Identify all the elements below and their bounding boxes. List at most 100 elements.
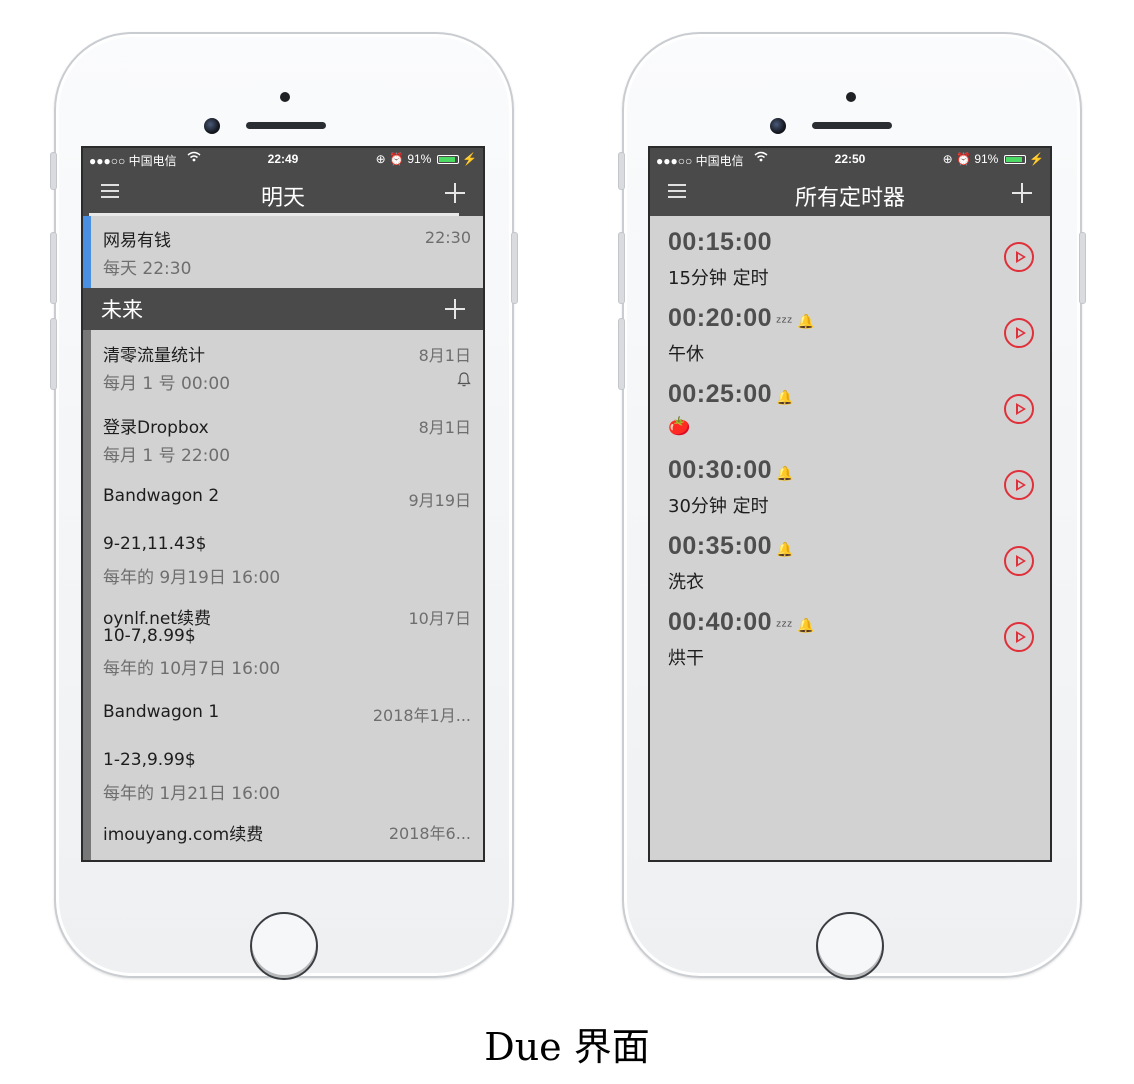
timer-label: 15分钟 定时 bbox=[668, 268, 769, 289]
bell-icon bbox=[457, 372, 471, 388]
list-item[interactable]: imouyang.com续费 2018年6... bbox=[83, 810, 483, 860]
alarm-lock-icons: ⊕ ⏰ bbox=[942, 152, 975, 166]
power-button bbox=[1079, 232, 1086, 304]
charging-icon: ⚡ bbox=[462, 152, 477, 166]
timer-label: 30分钟 定时 bbox=[668, 496, 769, 517]
nav-bar: 所有定时器 bbox=[650, 170, 1050, 216]
proximity-sensor bbox=[846, 92, 856, 102]
timer-label: 🍅 bbox=[668, 416, 691, 437]
item-date: 2018年1月... bbox=[372, 706, 471, 725]
add-future-icon[interactable] bbox=[445, 299, 465, 319]
item-subtitle: 每月 1 号 00:00 bbox=[103, 374, 231, 394]
list-item[interactable]: 9-21,11.43$ 每年的 9月19日 16:00 bbox=[83, 520, 483, 594]
section-label: 未来 bbox=[101, 298, 143, 322]
timer-time-text: 00:30:00 bbox=[668, 456, 773, 484]
item-title: 9-21,11.43$ bbox=[103, 534, 207, 554]
timer-row[interactable]: 00:25:00 🔔 🍅 bbox=[650, 372, 1050, 448]
snooze-bell-icon: ᶻᶻᶻ 🔔 bbox=[776, 617, 815, 633]
timer-duration: 00:30:00 🔔 bbox=[668, 456, 794, 485]
timer-duration: 00:40:00 ᶻᶻᶻ 🔔 bbox=[668, 608, 815, 637]
mute-switch bbox=[50, 152, 57, 190]
status-right: ⊕ ⏰ 91% ⚡ bbox=[376, 152, 477, 166]
bell-icon: 🔔 bbox=[776, 389, 795, 405]
item-date: 2018年6... bbox=[388, 824, 471, 843]
item-subtitle: 每年的 1月21日 16:00 bbox=[103, 784, 281, 804]
status-bar: ●●●○○ 中国电信 22:50 ⊕ ⏰ 91% ⚡ bbox=[650, 148, 1050, 170]
list-item[interactable]: 清零流量统计 每月 1 号 00:00 8月1日 bbox=[83, 330, 483, 403]
timer-row[interactable]: 00:40:00 ᶻᶻᶻ 🔔 烘干 bbox=[650, 600, 1050, 676]
right-screen: ●●●○○ 中国电信 22:50 ⊕ ⏰ 91% ⚡ 所有定时器 00:15:0… bbox=[648, 146, 1052, 862]
bell-icon: 🔔 bbox=[776, 541, 795, 557]
timer-row[interactable]: 00:35:00 🔔 洗衣 bbox=[650, 524, 1050, 600]
item-date: 9月19日 bbox=[408, 491, 471, 510]
list-item-today[interactable]: 网易有钱 每天 22:30 22:30 bbox=[83, 216, 483, 288]
list-item[interactable]: 1-23,9.99$ 每年的 1月21日 16:00 bbox=[83, 736, 483, 810]
add-icon[interactable] bbox=[445, 183, 465, 203]
home-button[interactable] bbox=[816, 912, 884, 980]
timer-time-text: 00:35:00 bbox=[668, 532, 773, 560]
caption: Due 界面 bbox=[484, 1025, 650, 1069]
add-timer-icon[interactable] bbox=[1012, 183, 1032, 203]
list-item[interactable]: oynlf.net续费 10-7,8.99$ 每年的 10月7日 16:00 1… bbox=[83, 594, 483, 692]
charging-icon: ⚡ bbox=[1029, 152, 1044, 166]
page-title: 所有定时器 bbox=[794, 186, 905, 211]
item-title: imouyang.com续费 bbox=[103, 825, 264, 845]
color-bar bbox=[83, 810, 91, 860]
play-icon[interactable] bbox=[1004, 546, 1034, 576]
item-title-line2: 10-7,8.99$ bbox=[103, 626, 196, 646]
timer-duration: 00:15:00 bbox=[668, 228, 776, 257]
item-title: 登录Dropbox bbox=[103, 418, 209, 438]
item-date: 22:30 bbox=[424, 228, 471, 247]
mute-switch bbox=[618, 152, 625, 190]
nav-bar: 明天 bbox=[83, 170, 483, 216]
play-icon[interactable] bbox=[1004, 622, 1034, 652]
item-subtitle: 每年的 9月19日 16:00 bbox=[103, 568, 281, 588]
earpiece-speaker bbox=[246, 122, 326, 129]
status-bar: ●●●○○ 中国电信 22:49 ⊕ ⏰ 91% ⚡ bbox=[83, 148, 483, 170]
item-date: 8月1日 bbox=[418, 418, 471, 437]
timer-time-text: 00:20:00 bbox=[668, 304, 773, 332]
battery-percent: 91% bbox=[407, 152, 432, 166]
page-title: 明天 bbox=[260, 186, 305, 211]
list-item[interactable]: 登录Dropbox 每月 1 号 22:00 8月1日 bbox=[83, 403, 483, 476]
list-item[interactable]: Bandwagon 1 2018年1月... bbox=[83, 692, 483, 736]
timer-list: 00:15:00 15分钟 定时 00:20:00 ᶻᶻᶻ 🔔 午休 00:25:… bbox=[650, 216, 1050, 676]
play-icon[interactable] bbox=[1004, 470, 1034, 500]
item-title: Bandwagon 1 bbox=[103, 702, 220, 722]
play-icon[interactable] bbox=[1004, 394, 1034, 424]
color-bar bbox=[83, 736, 91, 810]
play-icon[interactable] bbox=[1004, 242, 1034, 272]
item-subtitle: 每年的 10月7日 16:00 bbox=[103, 659, 281, 679]
item-title: 清零流量统计 bbox=[103, 346, 205, 366]
bell-icon: 🔔 bbox=[776, 465, 795, 481]
timer-time-text: 00:40:00 bbox=[668, 608, 773, 636]
home-button[interactable] bbox=[250, 912, 318, 980]
timer-label: 洗衣 bbox=[668, 572, 704, 593]
battery-percent: 91% bbox=[974, 152, 999, 166]
item-subtitle: 每月 1 号 22:00 bbox=[103, 446, 231, 466]
status-right: ⊕ ⏰ 91% ⚡ bbox=[943, 152, 1044, 166]
play-icon[interactable] bbox=[1004, 318, 1034, 348]
color-bar bbox=[83, 216, 91, 288]
timer-row[interactable]: 00:15:00 15分钟 定时 bbox=[650, 220, 1050, 296]
front-camera bbox=[204, 118, 220, 134]
item-title: 网易有钱 bbox=[103, 231, 171, 251]
item-subtitle: 每天 22:30 bbox=[103, 259, 192, 279]
volume-down-button bbox=[50, 318, 57, 390]
timer-row[interactable]: 00:20:00 ᶻᶻᶻ 🔔 午休 bbox=[650, 296, 1050, 372]
timer-row[interactable]: 00:30:00 🔔 30分钟 定时 bbox=[650, 448, 1050, 524]
color-bar bbox=[83, 330, 91, 403]
color-bar bbox=[83, 403, 91, 476]
timer-duration: 00:35:00 🔔 bbox=[668, 532, 794, 561]
snooze-bell-icon: ᶻᶻᶻ 🔔 bbox=[776, 313, 815, 329]
volume-down-button bbox=[618, 318, 625, 390]
list-item[interactable]: Bandwagon 2 9月19日 bbox=[83, 476, 483, 520]
timer-duration: 00:25:00 🔔 bbox=[668, 380, 794, 409]
timer-time-text: 00:15:00 bbox=[668, 228, 773, 256]
timer-label: 烘干 bbox=[668, 648, 704, 669]
timer-label: 午休 bbox=[668, 344, 704, 365]
battery-icon bbox=[436, 155, 459, 164]
proximity-sensor bbox=[280, 92, 290, 102]
volume-up-button bbox=[50, 232, 57, 304]
alarm-lock-icons: ⊕ ⏰ bbox=[375, 152, 408, 166]
